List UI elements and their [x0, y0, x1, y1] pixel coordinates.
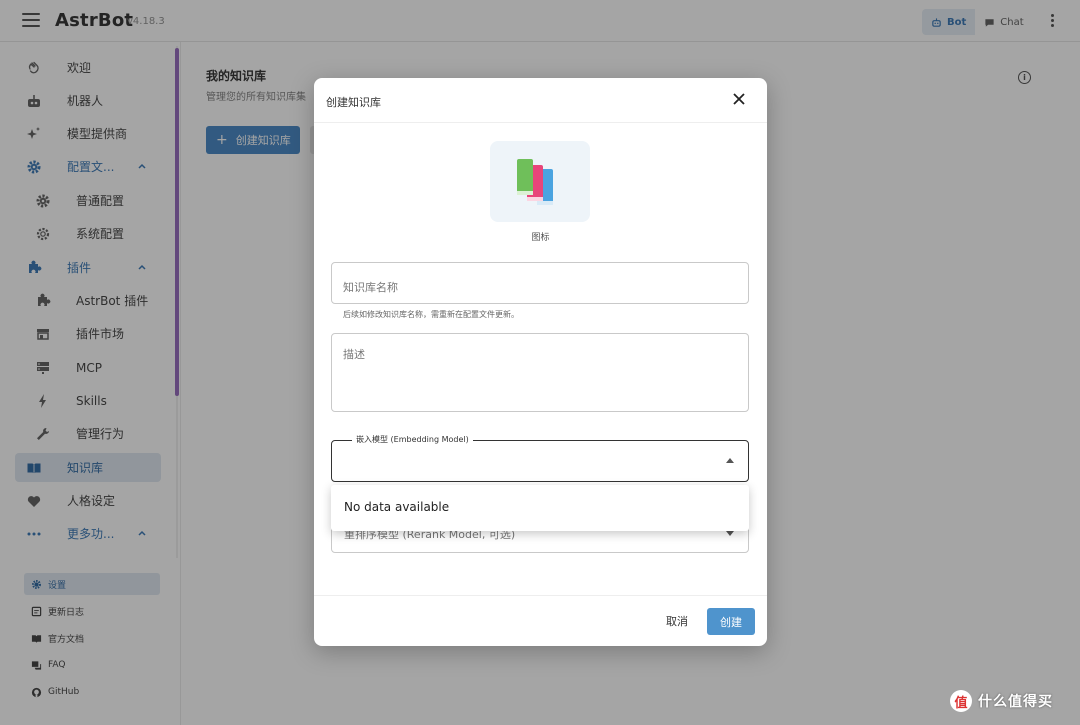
watermark: 值 什么值得买 — [950, 690, 1053, 712]
caret-down-icon — [726, 531, 734, 536]
embedding-model-select[interactable]: 嵌入模型 (Embedding Model) — [331, 434, 749, 482]
watermark-logo: 值 — [950, 690, 972, 712]
kb-name-field — [331, 262, 749, 304]
description-input[interactable] — [343, 346, 737, 385]
books-icon — [517, 158, 553, 205]
icon-picker[interactable] — [490, 141, 590, 222]
kb-name-hint: 后续如修改知识库名称，需重新在配置文件更新。 — [343, 310, 519, 319]
watermark-text: 什么值得买 — [978, 694, 1053, 710]
cancel-button[interactable]: 取消 — [659, 608, 695, 634]
dropdown-empty-message: No data available — [344, 500, 450, 514]
caret-up-icon — [726, 458, 734, 463]
icon-caption: 图标 — [531, 233, 550, 243]
dialog-footer-divider — [314, 595, 767, 596]
description-field — [331, 333, 749, 412]
embedding-model-label: 嵌入模型 (Embedding Model) — [352, 434, 473, 445]
create-button[interactable]: 创建 — [707, 608, 755, 635]
close-icon[interactable] — [732, 92, 746, 106]
dialog-title: 创建知识库 — [326, 96, 381, 109]
embedding-model-dropdown: No data available — [331, 485, 749, 531]
kb-name-input[interactable] — [343, 281, 737, 294]
dialog-header-divider — [314, 122, 767, 123]
create-knowledge-base-dialog: 创建知识库 图标 后续如修改知识库名称，需重新在配置文件更新。 重排序模型 (R… — [314, 78, 767, 646]
